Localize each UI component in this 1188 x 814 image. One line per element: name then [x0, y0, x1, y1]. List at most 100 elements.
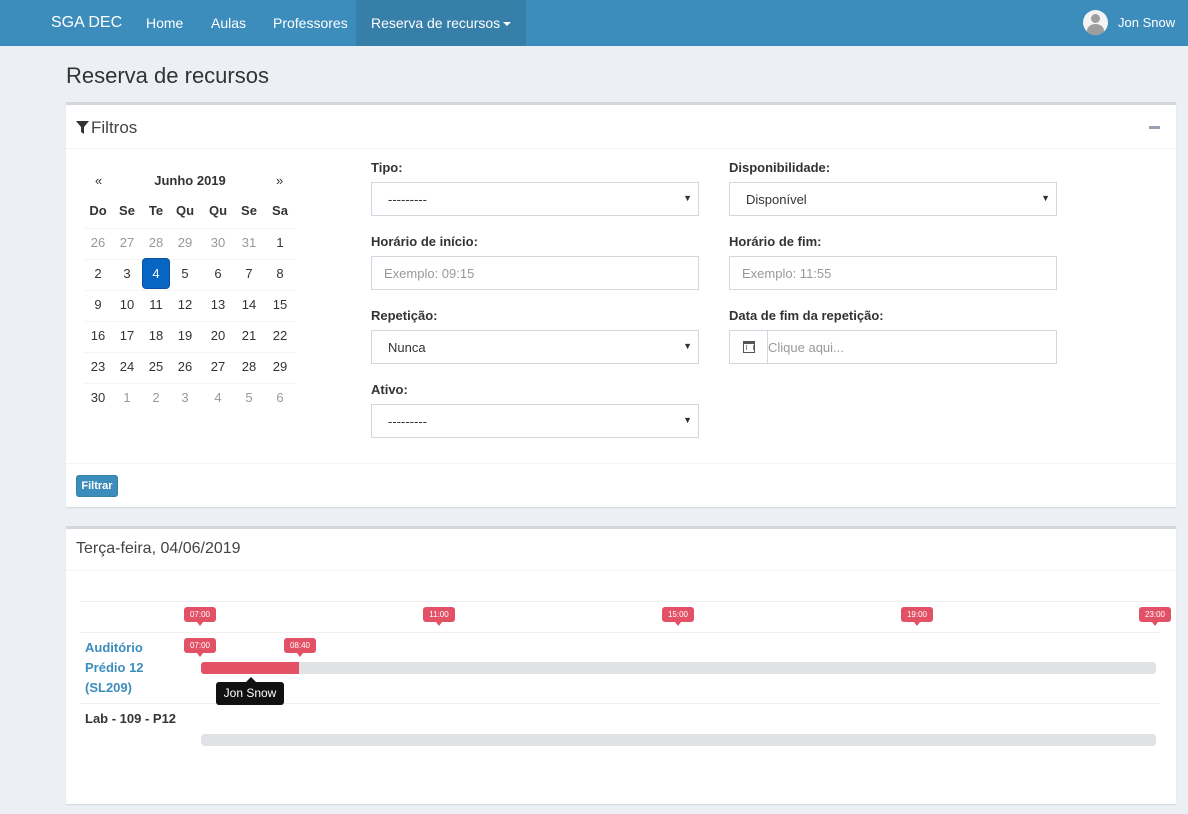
- caret-down-icon: [503, 22, 512, 27]
- user-menu[interactable]: Jon Snow: [1118, 15, 1175, 30]
- calendar-day[interactable]: 22: [266, 322, 294, 350]
- calendar-weekday: Sa: [272, 203, 288, 218]
- calendar-day[interactable]: 13: [204, 291, 232, 319]
- calendar-day[interactable]: 23: [84, 353, 112, 381]
- calendar-week-row: 26 27 28 29 30 31 1: [84, 228, 296, 259]
- calendar-day[interactable]: 28: [142, 229, 170, 257]
- calendar-day[interactable]: 10: [113, 291, 141, 319]
- calendar-day[interactable]: 15: [266, 291, 294, 319]
- booking-tooltip: Jon Snow: [216, 677, 284, 705]
- collapse-icon[interactable]: [1149, 126, 1160, 129]
- calendar-day[interactable]: 2: [84, 260, 112, 288]
- timeline-line: [80, 601, 1160, 602]
- timeline-label: 23:00: [1139, 607, 1171, 626]
- calendar-day[interactable]: 27: [204, 353, 232, 381]
- filters-title: Filtros: [76, 118, 137, 138]
- resource-name: Lab - 109 - P12: [85, 711, 177, 726]
- calendar-week-row: 9 10 11 12 13 14 15: [84, 290, 296, 321]
- resource-timeline-track[interactable]: [201, 734, 1156, 746]
- calendar-day[interactable]: 17: [113, 322, 141, 350]
- calendar-week-row: 30 1 2 3 4 5 6: [84, 383, 296, 414]
- calendar-weekday: Se: [241, 203, 257, 218]
- booking-end-label: 08:40: [284, 638, 316, 657]
- calendar-day[interactable]: 18: [142, 322, 170, 350]
- calendar-day[interactable]: 24: [113, 353, 141, 381]
- data-fim-repeticao-input[interactable]: Clique aqui...: [729, 330, 1057, 364]
- calendar-day[interactable]: 30: [84, 384, 112, 412]
- nav-reserva-recursos[interactable]: Reserva de recursos: [356, 0, 527, 46]
- calendar-day[interactable]: 8: [266, 260, 294, 288]
- calendar-day[interactable]: 21: [235, 322, 263, 350]
- calendar-day[interactable]: 7: [235, 260, 263, 288]
- dropdown-arrow-icon: ▼: [683, 415, 692, 425]
- horario-inicio-input[interactable]: Exemplo: 09:15: [371, 256, 699, 290]
- calendar-day[interactable]: 27: [113, 229, 141, 257]
- calendar-weekday: Qu: [208, 203, 228, 218]
- user-avatar[interactable]: [1083, 10, 1108, 35]
- calendar-week-row: 23 24 25 26 27 28 29: [84, 352, 296, 383]
- calendar-day[interactable]: 12: [171, 291, 199, 319]
- nav-home[interactable]: Home: [146, 15, 183, 31]
- ativo-label: Ativo:: [371, 382, 408, 397]
- nav-professores[interactable]: Professores: [273, 15, 348, 31]
- calendar-day[interactable]: 16: [84, 322, 112, 350]
- calendar-day[interactable]: 3: [171, 384, 199, 412]
- calendar-day[interactable]: 26: [171, 353, 199, 381]
- calendar-day[interactable]: 6: [266, 384, 294, 412]
- nav-reserva-recursos-label: Reserva de recursos: [371, 15, 501, 31]
- calendar-day[interactable]: 29: [266, 353, 294, 381]
- timeline-label: 19:00: [901, 607, 933, 626]
- tipo-select[interactable]: --------- ▼: [371, 182, 699, 216]
- calendar-day[interactable]: 1: [113, 384, 141, 412]
- horario-fim-input[interactable]: Exemplo: 11:55: [729, 256, 1057, 290]
- calendar-day[interactable]: 9: [84, 291, 112, 319]
- schedule-date-title: Terça-feira, 04/06/2019: [76, 540, 241, 557]
- horario-inicio-label: Horário de início:: [371, 234, 478, 249]
- booking-bar[interactable]: [201, 662, 299, 674]
- calendar-month-label[interactable]: Junho 2019: [84, 173, 296, 188]
- calendar-day[interactable]: 6: [204, 260, 232, 288]
- calendar-day[interactable]: 28: [235, 353, 263, 381]
- tipo-label: Tipo:: [371, 160, 403, 175]
- horario-fim-placeholder: Exemplo: 11:55: [742, 266, 832, 281]
- calendar-day[interactable]: 20: [204, 322, 232, 350]
- calendar-day[interactable]: 2: [142, 384, 170, 412]
- calendar-weekday: Do: [89, 203, 107, 218]
- calendar-day[interactable]: 3: [113, 260, 141, 288]
- repeticao-select[interactable]: Nunca ▼: [371, 330, 699, 364]
- booking-start-label: 07:00: [184, 638, 216, 657]
- calendar-day[interactable]: 29: [171, 229, 199, 257]
- calendar-day[interactable]: 4: [142, 258, 170, 289]
- top-navbar: SGA DEC Home Aulas Professores Reserva d…: [0, 0, 1188, 46]
- disponibilidade-select[interactable]: Disponível ▼: [729, 182, 1057, 216]
- calendar-weekday: Se: [119, 203, 135, 218]
- filter-button[interactable]: Filtrar: [76, 475, 118, 497]
- next-month-button[interactable]: »: [276, 173, 283, 188]
- calendar-addon[interactable]: [730, 331, 768, 363]
- calendar-day[interactable]: 4: [204, 384, 232, 412]
- ativo-select[interactable]: --------- ▼: [371, 404, 699, 438]
- calendar-day[interactable]: 26: [84, 229, 112, 257]
- calendar-week-row: 16 17 18 19 20 21 22: [84, 321, 296, 352]
- calendar-day[interactable]: 14: [235, 291, 263, 319]
- calendar-day[interactable]: 25: [142, 353, 170, 381]
- filters-footer-divider: [66, 463, 1176, 464]
- calendar-day[interactable]: 1: [266, 229, 294, 257]
- calendar-icon: [743, 341, 755, 353]
- calendar-day[interactable]: 19: [171, 322, 199, 350]
- calendar-day[interactable]: 5: [235, 384, 263, 412]
- calendar-day[interactable]: 5: [171, 260, 199, 288]
- brand-logo[interactable]: SGA DEC: [51, 14, 122, 32]
- repeticao-label: Repetição:: [371, 308, 438, 323]
- calendar-day[interactable]: 11: [142, 291, 170, 319]
- nav-aulas[interactable]: Aulas: [211, 15, 246, 31]
- dropdown-arrow-icon: ▼: [683, 341, 692, 351]
- horario-inicio-placeholder: Exemplo: 09:15: [384, 266, 475, 281]
- timeline-label: 15:00: [662, 607, 694, 626]
- calendar-week-row: 2345678: [84, 258, 296, 290]
- resource-timeline-track[interactable]: [201, 662, 1156, 674]
- calendar-day[interactable]: 30: [204, 229, 232, 257]
- calendar-day[interactable]: 31: [235, 229, 263, 257]
- disponibilidade-value: Disponível: [746, 192, 807, 207]
- resource-name-link[interactable]: Auditório Prédio 12 (SL209): [85, 638, 185, 698]
